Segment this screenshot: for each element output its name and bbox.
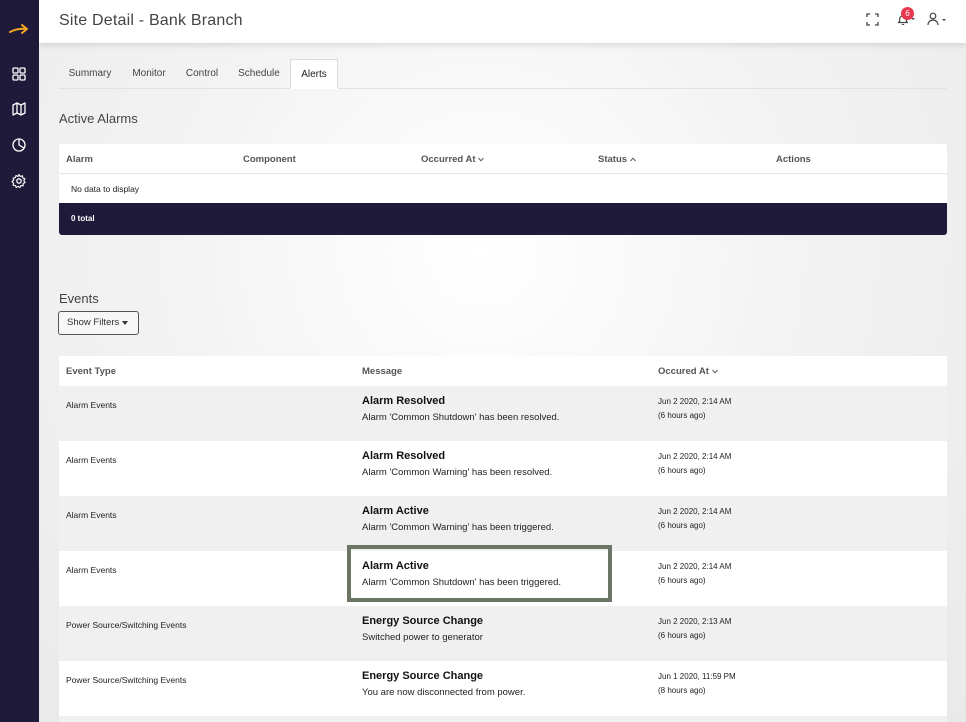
- event-relative-time: (6 hours ago): [658, 576, 706, 585]
- dashboard-icon[interactable]: [11, 66, 27, 82]
- table-row[interactable]: Alarm Events Alarm Resolved Alarm 'Commo…: [59, 441, 947, 496]
- reports-icon[interactable]: [11, 137, 27, 153]
- event-relative-time: (6 hours ago): [658, 466, 706, 475]
- event-message: Switched power to generator: [362, 632, 483, 643]
- column-header-component[interactable]: Component: [243, 154, 296, 165]
- active-alarms-table: Alarm Component Occurred At Status Actio…: [59, 144, 947, 206]
- map-icon[interactable]: [11, 101, 27, 117]
- table-row[interactable]: Power Source/Switching Events Energy Sou…: [59, 661, 947, 716]
- logo-arrow-icon[interactable]: [8, 19, 30, 39]
- tab-monitor[interactable]: Monitor: [123, 59, 175, 89]
- settings-icon[interactable]: [11, 173, 27, 189]
- tab-control[interactable]: Control: [179, 59, 225, 89]
- event-date: Jun 2 2020, 2:14 AM: [658, 452, 732, 461]
- show-filters-label: Show Filters: [67, 317, 120, 328]
- column-header-label: Occured At: [658, 366, 709, 377]
- table-row[interactable]: Alarm Events Alarm Resolved Alarm 'Commo…: [59, 386, 947, 441]
- tab-alerts[interactable]: Alerts: [290, 59, 338, 89]
- column-header-label: Occurred At: [421, 154, 476, 165]
- event-date: Jun 2 2020, 2:14 AM: [658, 562, 732, 571]
- event-date: Jun 2 2020, 2:13 AM: [658, 617, 732, 626]
- event-relative-time: (6 hours ago): [658, 631, 706, 640]
- event-date: Jun 2 2020, 2:14 AM: [658, 507, 732, 516]
- chevron-up-icon: [629, 157, 636, 162]
- active-alarms-title: Active Alarms: [59, 111, 138, 126]
- column-header-status[interactable]: Status: [598, 154, 636, 165]
- event-type: Power Source/Switching Events: [66, 620, 187, 630]
- tab-schedule[interactable]: Schedule: [229, 59, 289, 89]
- top-bar: Site Detail - Bank Branch 6: [39, 0, 966, 43]
- event-type: Alarm Events: [66, 565, 117, 575]
- event-message: Alarm 'Common Warning' has been resolved…: [362, 467, 553, 478]
- tab-bar: Summary Monitor Control Schedule Alerts: [59, 59, 947, 89]
- fullscreen-icon[interactable]: [866, 13, 879, 26]
- event-message: You are now disconnected from power.: [362, 687, 526, 698]
- column-header-occurred-at[interactable]: Occurred At: [421, 154, 485, 165]
- event-date: Jun 2 2020, 2:14 AM: [658, 397, 732, 406]
- column-header-alarm[interactable]: Alarm: [66, 154, 93, 165]
- notification-badge: 6: [901, 7, 914, 20]
- event-title: Alarm Active: [362, 505, 429, 517]
- chevron-down-icon: [711, 369, 718, 374]
- caret-down-icon: [121, 321, 128, 325]
- table-row: [59, 716, 947, 722]
- event-type: Alarm Events: [66, 400, 117, 410]
- event-relative-time: (8 hours ago): [658, 686, 706, 695]
- event-title: Alarm Resolved: [362, 395, 446, 407]
- column-header-label: Status: [598, 154, 628, 165]
- event-relative-time: (6 hours ago): [658, 521, 706, 530]
- empty-table-message: No data to display: [71, 184, 140, 194]
- event-type: Power Source/Switching Events: [66, 675, 187, 685]
- events-table-header: Event Type Message Occured At: [59, 356, 947, 386]
- event-title: Alarm Resolved: [362, 450, 446, 462]
- user-icon[interactable]: [927, 12, 949, 26]
- event-message: Alarm 'Common Shutdown' has been resolve…: [362, 412, 560, 423]
- table-row[interactable]: Alarm Events Alarm Active Alarm 'Common …: [59, 496, 947, 551]
- event-date: Jun 1 2020, 11:59 PM: [658, 672, 736, 681]
- table-row[interactable]: Power Source/Switching Events Energy Sou…: [59, 606, 947, 661]
- highlight-box: [347, 545, 612, 602]
- tab-summary[interactable]: Summary: [59, 59, 121, 89]
- chevron-down-icon: [478, 157, 485, 162]
- event-relative-time: (6 hours ago): [658, 411, 706, 420]
- table-footer: 0 total: [59, 203, 947, 235]
- column-header-message[interactable]: Message: [362, 366, 402, 377]
- event-title: Energy Source Change: [362, 615, 484, 627]
- page-title: Site Detail - Bank Branch: [59, 12, 243, 29]
- column-header-occured-at[interactable]: Occured At: [658, 366, 718, 377]
- events-title: Events: [59, 291, 99, 306]
- show-filters-button[interactable]: Show Filters: [58, 311, 139, 335]
- event-message: Alarm 'Common Warning' has been triggere…: [362, 522, 554, 533]
- column-header-event-type[interactable]: Event Type: [66, 366, 116, 377]
- event-type: Alarm Events: [66, 510, 117, 520]
- column-header-actions: Actions: [776, 154, 811, 165]
- sidebar: [0, 0, 39, 722]
- event-type: Alarm Events: [66, 455, 117, 465]
- event-title: Energy Source Change: [362, 670, 484, 682]
- total-count: 0 total: [71, 214, 95, 223]
